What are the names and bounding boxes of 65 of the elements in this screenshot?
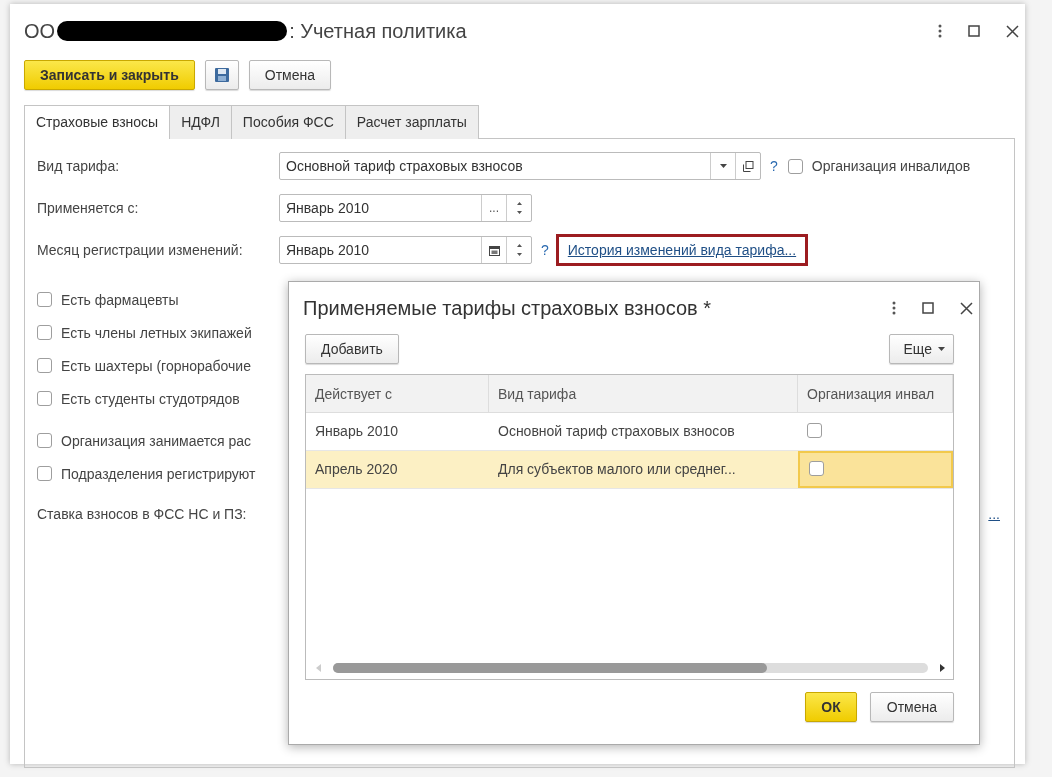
table-row[interactable]: Апрель 2020 Для субъектов малого или среднег... xyxy=(306,451,953,489)
table-cell-text: Основной тариф страховых взносов xyxy=(497,422,736,441)
save-close-button[interactable]: Записать и закрыть xyxy=(24,60,195,90)
window-title-suffix: : Учетная политика xyxy=(289,19,467,43)
cancel-button[interactable]: Отмена xyxy=(248,60,331,90)
help-link[interactable]: ? xyxy=(770,158,778,174)
ok-button[interactable]: ОК xyxy=(805,692,857,722)
scroll-right-icon[interactable] xyxy=(940,664,945,672)
checkbox-label: Есть студенты студотрядов xyxy=(61,390,240,407)
horizontal-scrollbar[interactable] xyxy=(316,663,945,673)
field-label: Месяц регистрации изменений: xyxy=(37,242,244,258)
month-field[interactable]: Январь 2010 xyxy=(279,236,532,264)
table-cell-text: Январь 2010 xyxy=(314,422,400,441)
more-icon[interactable] xyxy=(892,301,896,315)
tab[interactable]: Расчет зарплаты xyxy=(344,105,479,139)
table-cell-text: Апрель 2020 xyxy=(314,460,399,479)
close-icon[interactable] xyxy=(960,301,973,315)
checkbox-label: Подразделения регистрируют xyxy=(61,465,256,482)
open-icon xyxy=(742,160,754,172)
tariff-field[interactable]: Основной тариф страховых взносов xyxy=(279,152,761,180)
tab[interactable]: Пособия ФСС xyxy=(230,105,346,139)
checkbox[interactable] xyxy=(37,292,52,307)
more-button[interactable]: Еще xyxy=(888,334,954,364)
checkbox[interactable] xyxy=(807,423,822,438)
checkbox-label: Есть члены летных экипажей xyxy=(61,324,252,341)
calendar-icon xyxy=(488,244,500,256)
table-cell-text: Для субъектов малого или среднег... xyxy=(497,460,737,479)
maximize-icon[interactable] xyxy=(922,302,934,314)
caret-icon xyxy=(938,347,945,351)
spinner-icon xyxy=(515,242,523,258)
field-label: Применяется с: xyxy=(37,200,140,216)
dropdown-icon xyxy=(719,164,727,168)
checkbox[interactable] xyxy=(37,325,52,340)
history-link[interactable]: История изменений вида тарифа... xyxy=(567,242,797,258)
help-link[interactable]: ? xyxy=(541,242,549,258)
tab[interactable]: НДФЛ xyxy=(169,105,232,139)
checkbox-label: Есть фармацевты xyxy=(61,291,179,308)
tab[interactable]: Страховые взносы xyxy=(24,105,171,139)
checkbox[interactable] xyxy=(787,158,803,174)
close-icon[interactable] xyxy=(1006,24,1019,38)
checkbox-label: Организация инвалидов xyxy=(811,158,971,174)
window-title: ОО xyxy=(24,19,56,43)
checkbox[interactable] xyxy=(37,433,52,448)
field-label: Вид тарифа: xyxy=(37,158,121,174)
cancel-button[interactable]: Отмена xyxy=(869,692,954,722)
field-label: Ставка взносов в ФСС НС и ПЗ: xyxy=(37,506,248,522)
add-button[interactable]: Добавить xyxy=(305,334,399,364)
checkbox[interactable] xyxy=(37,466,52,481)
checkbox[interactable] xyxy=(37,391,52,406)
checkbox-label: Есть шахтеры (горнорабочие xyxy=(61,357,251,374)
column-header[interactable]: Вид тарифа xyxy=(489,375,798,413)
floppy-icon xyxy=(213,67,230,83)
spinner-icon xyxy=(515,200,523,216)
scroll-left-icon[interactable] xyxy=(316,664,321,672)
checkbox[interactable] xyxy=(809,461,824,476)
save-button[interactable] xyxy=(204,60,239,90)
more-icon[interactable] xyxy=(938,24,942,38)
dialog-title: Применяемые тарифы страховых взносов * xyxy=(303,296,711,320)
checkbox-label: Организация занимается рас xyxy=(61,432,252,449)
column-header[interactable]: Действует с xyxy=(306,375,489,413)
maximize-icon[interactable] xyxy=(968,25,980,37)
column-header[interactable]: Организация инвал xyxy=(798,375,953,413)
month-field[interactable]: Январь 2010 ... xyxy=(279,194,532,222)
rate-link[interactable]: ... xyxy=(988,506,1000,522)
checkbox[interactable] xyxy=(37,358,52,373)
